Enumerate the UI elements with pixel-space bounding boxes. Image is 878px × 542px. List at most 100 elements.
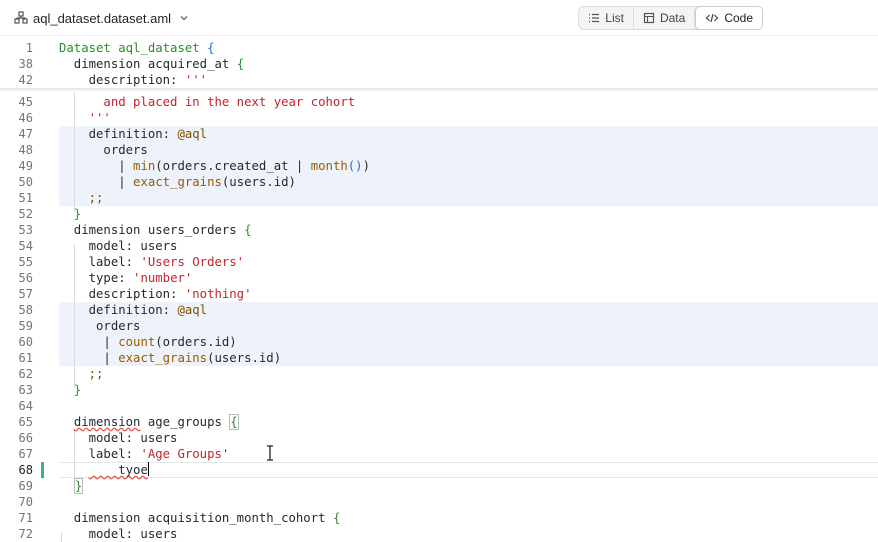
line-text: Dataset aql_dataset { [59,41,215,55]
code-line: 52 } [0,206,878,222]
code-line: 57 description: 'nothing' [0,286,878,302]
code-line: 65 dimension age_groups { [0,414,878,430]
code-line: 60 | count(orders.id) [0,334,878,350]
line-text[interactable]: tyoe [59,462,149,478]
line-number: 1 [25,41,33,55]
code-view-label: Code [724,11,753,25]
code-line: 42 description: ''' [0,72,878,88]
line-text: description: 'nothing' [59,287,252,301]
line-number: 54 [18,239,33,253]
line-number: 52 [18,207,33,221]
line-number: 63 [18,383,33,397]
line-text: model: users [59,431,178,445]
line-number: 65 [18,415,33,429]
code-line: 48 orders [0,142,878,158]
data-view-label: Data [659,11,686,25]
line-number: 55 [18,255,33,269]
line-text: dimension acquired_at { [59,57,245,71]
line-number: 56 [18,271,33,285]
code-line: 72 model: users [0,526,878,542]
line-text: ''' [59,111,111,125]
file-name: aql_dataset.dataset.aml [33,10,172,26]
editor-toolbar: aql_dataset.dataset.aml List Data Code [0,0,878,36]
code-line: 53 dimension users_orders { [0,222,878,238]
list-view-button[interactable]: List [579,7,634,29]
line-text: | exact_grains(users.id) [59,175,296,189]
line-text: label: 'Age Groups' [59,447,230,461]
code-line: 1 Dataset aql_dataset { [0,40,878,56]
line-number: 62 [18,367,33,381]
code-line: 54 model: users [0,238,878,254]
code-line: 70 [0,494,878,510]
line-text: description: ''' [59,73,208,87]
line-text-error: tyoe [88,463,148,477]
line-text: dimension age_groups { [73,414,239,430]
line-text: type: 'number' [59,271,193,285]
line-number: 45 [18,95,33,109]
file-tab[interactable]: aql_dataset.dataset.aml [14,8,189,28]
line-text: ;; [59,191,104,205]
code-editor[interactable]: 1 Dataset aql_dataset { 38 dimension acq… [0,36,878,542]
code-line: 59 orders [0,318,878,334]
code-line: 50 | exact_grains(users.id) [0,174,878,190]
code-line: 47 definition: @aql [0,126,878,142]
line-text: dimension users_orders { [59,223,252,237]
code-icon [705,13,719,23]
code-line: 51 ;; [0,190,878,206]
line-number: 67 [18,447,33,461]
line-text: orders [59,143,148,157]
code-line: 71 dimension acquisition_month_cohort { [0,510,878,526]
line-number: 47 [18,127,33,141]
line-number: 58 [18,303,33,317]
line-text: definition: @aql [59,303,208,317]
line-number: 57 [18,287,33,301]
line-number: 53 [18,223,33,237]
line-text: and placed in the next year cohort [59,95,356,109]
line-number: 38 [18,57,33,71]
line-number: 51 [18,191,33,205]
line-text: orders [59,319,141,333]
data-view-button[interactable]: Data [634,7,696,29]
line-text: } [59,207,82,221]
line-number: 72 [18,527,33,541]
line-number: 49 [18,159,33,173]
chevron-down-icon[interactable] [179,13,189,23]
line-number: 70 [18,495,33,509]
line-number: 46 [18,111,33,125]
line-text: ;; [59,367,104,381]
dataset-icon [14,11,28,24]
text-caret [147,462,149,476]
line-number: 68 [18,463,33,477]
line-number: 71 [18,511,33,525]
code-view-button[interactable]: Code [695,6,763,30]
line-text: dimension acquisition_month_cohort { [59,511,341,525]
line-number: 60 [18,335,33,349]
code-line: 49 | min(orders.created_at | month()) [0,158,878,174]
line-text: | exact_grains(users.id) [59,351,282,365]
code-line: 66 model: users [0,430,878,446]
code-line-current[interactable]: 68 tyoe [0,462,878,478]
line-number: 61 [18,351,33,365]
code-line: 67 label: 'Age Groups' [0,446,878,462]
list-icon [589,13,600,23]
view-switcher: List Data Code [578,6,763,30]
line-text: model: users [59,239,178,253]
line-number: 42 [18,73,33,87]
code-line: 56 type: 'number' [0,270,878,286]
code-line: 63 } [0,382,878,398]
line-text: model: users [59,527,178,541]
text-cursor-icon [267,445,273,461]
code-line: 45 and placed in the next year cohort [0,94,878,110]
code-line: 55 label: 'Users Orders' [0,254,878,270]
code-line: 46 ''' [0,110,878,126]
line-number: 64 [18,399,33,413]
line-text: definition: @aql [59,127,208,141]
line-number: 50 [18,175,33,189]
code-line: 38 dimension acquired_at { [0,56,878,72]
table-icon [643,12,655,24]
code-line: 69 } [0,478,878,494]
line-text: } [73,478,84,494]
code-line: 61 | exact_grains(users.id) [0,350,878,366]
line-text: } [59,383,82,397]
code-line: 64 [0,398,878,414]
